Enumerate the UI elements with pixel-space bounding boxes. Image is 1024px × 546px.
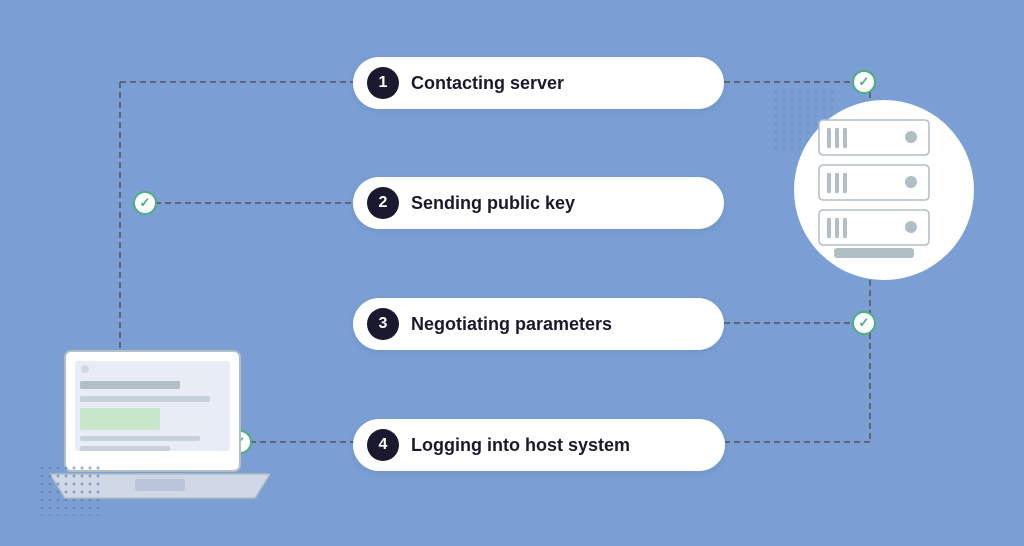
step3-number: 3 [367, 308, 399, 340]
diagram: 1 Contacting server 2 Sending public key… [0, 0, 1024, 546]
step4-card: 4 Logging into host system [353, 419, 725, 471]
step2-card: 2 Sending public key [353, 177, 724, 229]
laptop-illustration [50, 346, 270, 506]
step1-label: Contacting server [411, 73, 564, 94]
step1-card: 1 Contacting server [353, 57, 724, 109]
check-step2 [133, 191, 157, 215]
check-step3 [852, 311, 876, 335]
step4-label: Logging into host system [411, 435, 630, 456]
step1-number: 1 [367, 67, 399, 99]
step2-label: Sending public key [411, 193, 575, 214]
laptop-dots-decoration [40, 466, 100, 516]
step2-number: 2 [367, 187, 399, 219]
server-icon [809, 110, 939, 265]
step3-card: 3 Negotiating parameters [353, 298, 724, 350]
server-illustration [804, 90, 964, 280]
step3-label: Negotiating parameters [411, 314, 612, 335]
step4-number: 4 [367, 429, 399, 461]
